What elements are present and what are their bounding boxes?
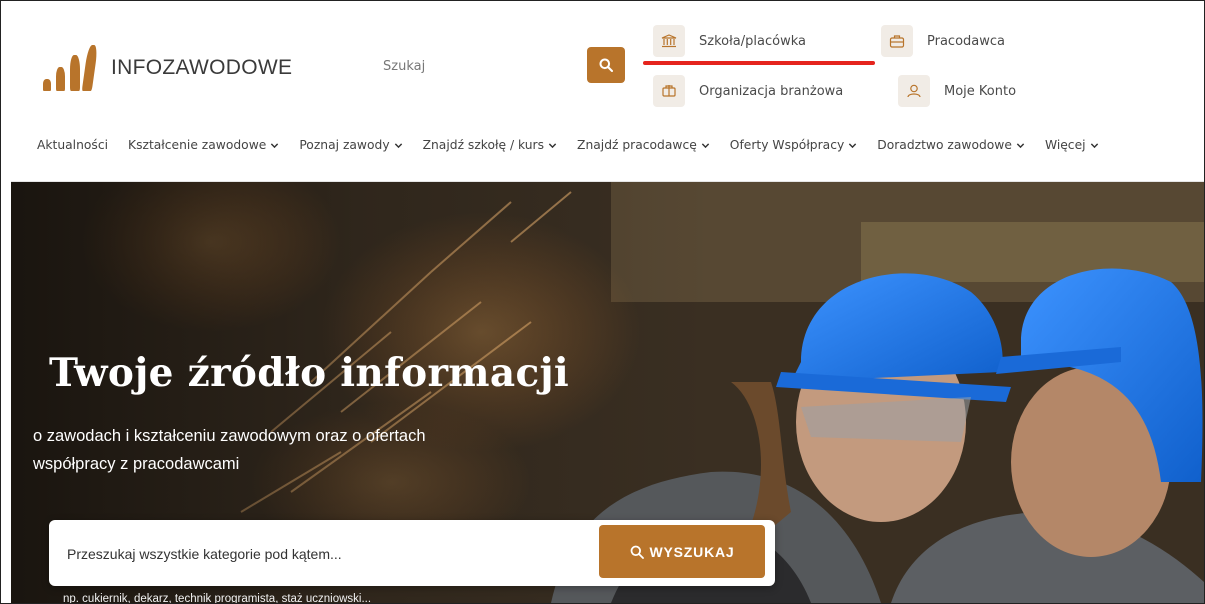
nav-item-kszta-cenie-zawodowe[interactable]: Kształcenie zawodowe [128, 138, 279, 152]
nav-item-znajdz-pracodawce[interactable]: Znajdź pracodawcę [577, 138, 710, 152]
nav-item-label: Oferty Współpracy [729, 138, 845, 152]
site-logo[interactable]: INFOZAWODOWE [43, 45, 292, 91]
hero-search-input[interactable] [65, 540, 569, 568]
header-search-button[interactable] [587, 47, 625, 83]
main-navigation: Aktualności Kształcenie zawodowe Poznaj za… [37, 138, 1099, 152]
search-icon [599, 58, 613, 72]
quicklink-organization-label: Organizacja branżowa [699, 83, 844, 99]
quicklink-account-label: Moje Konto [944, 83, 1017, 99]
header-search-input[interactable] [371, 47, 595, 85]
search-icon [630, 545, 644, 559]
chevron-down-icon [394, 142, 402, 148]
hero-search-button[interactable]: WYSZUKAJ [599, 525, 765, 578]
nav-item-aktualnosci[interactable]: Aktualności [37, 138, 108, 152]
nav-item-label: Znajdź pracodawcę [577, 138, 697, 152]
nav-item-oferty-wspo-pracy[interactable]: Oferty Współpracy [730, 138, 857, 152]
chevron-down-icon [1016, 142, 1025, 148]
hero-banner: Twoje źródło informacji o zawodach i ksz… [11, 182, 1204, 603]
active-tab-indicator [643, 61, 875, 65]
chevron-down-icon [701, 142, 709, 148]
quicklink-organization[interactable]: Organizacja branżowa [653, 75, 843, 107]
nav-item-label: Poznaj zawody [299, 138, 390, 152]
browser-viewport: INFOZAWODOWE Szkoła/placówka [0, 0, 1205, 604]
logo-mark-icon [43, 45, 101, 91]
organization-icon [653, 75, 685, 107]
quicklink-school-label: Szkoła/placówka [699, 33, 806, 49]
briefcase-icon [881, 25, 913, 57]
hero-search-button-label: WYSZUKAJ [649, 543, 735, 560]
hero-subtitle: o zawodach i kształceniu zawodowym oraz … [33, 427, 426, 473]
nav-item-wiecej[interactable]: Więcej [1045, 138, 1099, 152]
chevron-down-icon [548, 142, 557, 148]
header-search [371, 47, 625, 85]
quicklink-employer[interactable]: Pracodawca [881, 25, 1005, 57]
nav-item-label: Kształcenie zawodowe [128, 138, 267, 152]
nav-item-label: Aktualności [37, 138, 109, 152]
quicklink-account[interactable]: Moje Konto [898, 75, 1016, 107]
school-building-icon [653, 25, 685, 57]
hero-title: Twoje źródło informacji [49, 350, 570, 396]
chevron-down-icon [271, 142, 279, 148]
nav-item-label: Więcej [1044, 138, 1086, 152]
nav-item-label: Znajdź szkołę / kurs [422, 138, 545, 152]
hero-search-box: WYSZUKAJ [49, 520, 775, 586]
chevron-down-icon [1090, 142, 1098, 148]
chevron-down-icon [849, 142, 857, 148]
quicklink-school[interactable]: Szkoła/placówka [653, 25, 806, 57]
nav-item-znajdz-szko-e-kurs[interactable]: Znajdź szkołę / kurs [423, 138, 557, 152]
nav-item-label: Doradztwo zawodowe [877, 138, 1012, 152]
search-hint: np. cukiernik, dekarz, technik programis… [63, 593, 372, 603]
nav-item-doradztwo-zawodowe[interactable]: Doradztwo zawodowe [877, 138, 1025, 152]
logo-text: INFOZAWODOWE [111, 56, 293, 79]
quicklink-employer-label: Pracodawca [927, 33, 1005, 49]
user-icon [898, 75, 930, 107]
nav-item-poznaj-zawody[interactable]: Poznaj zawody [299, 138, 402, 152]
